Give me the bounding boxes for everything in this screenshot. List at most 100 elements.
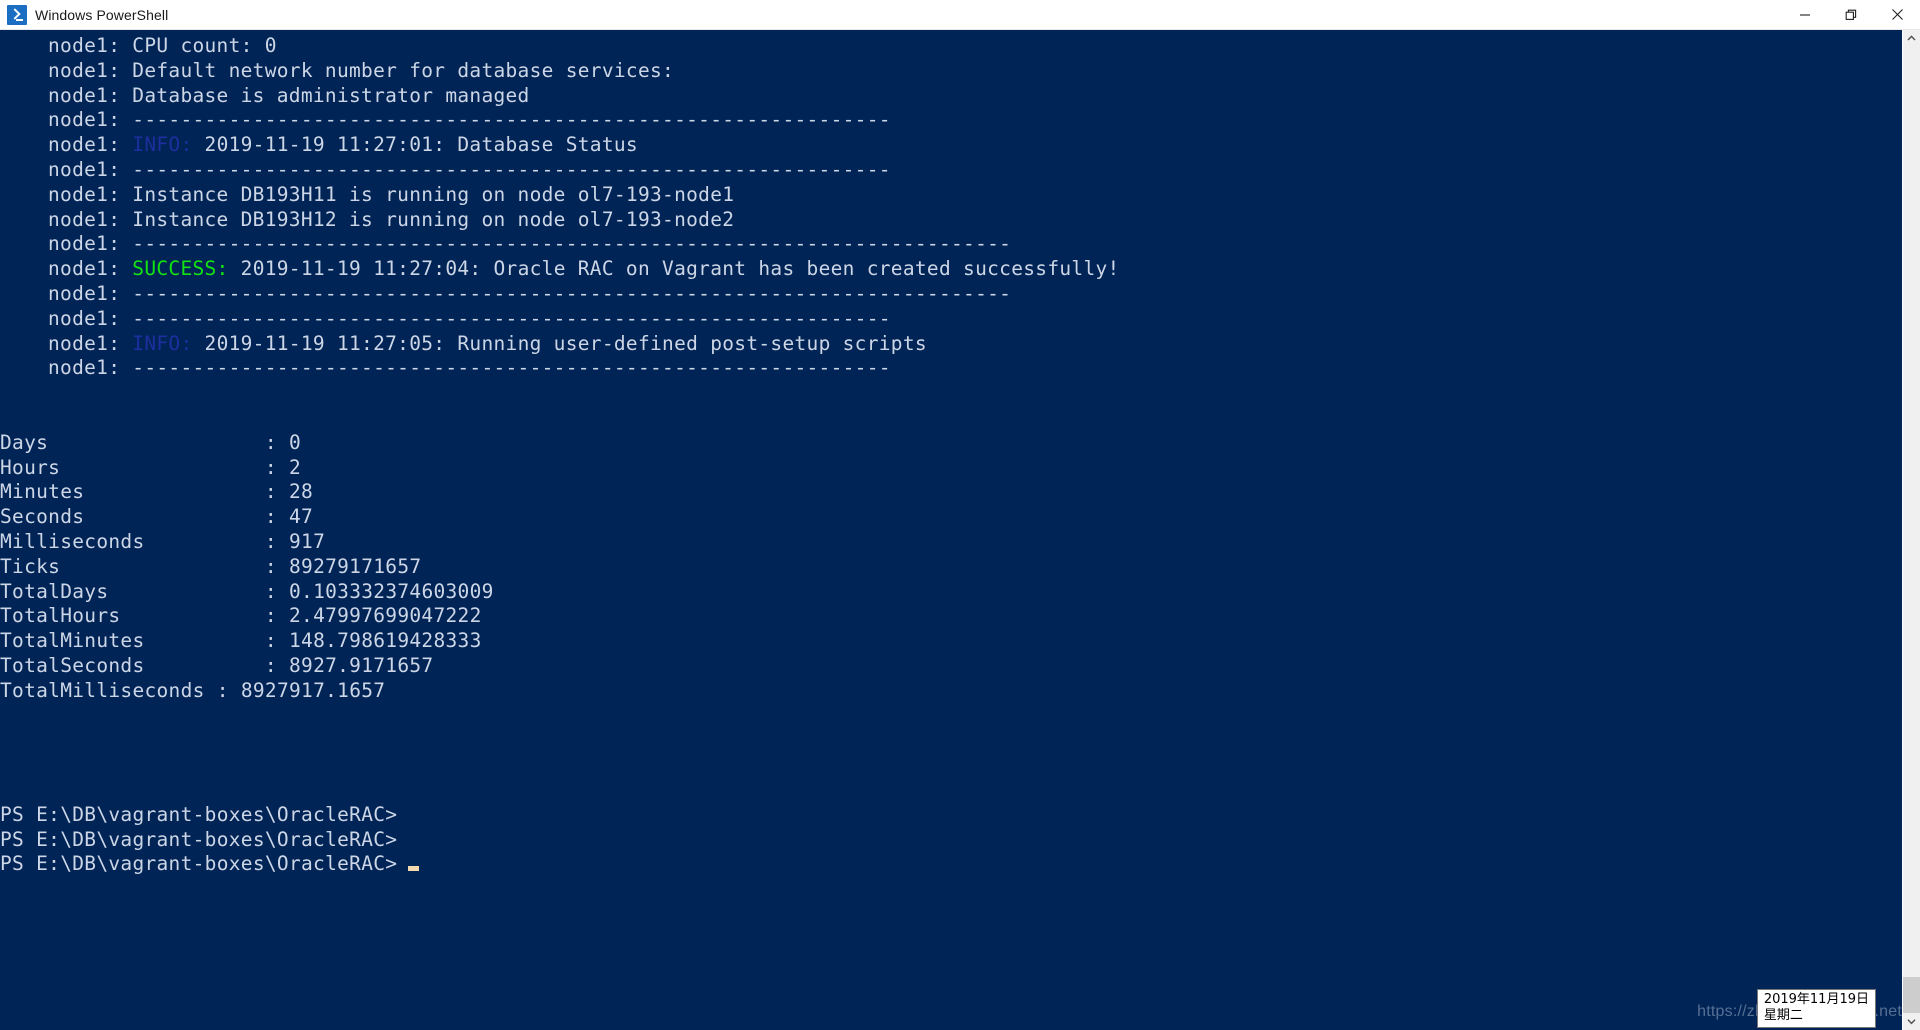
timespan-name: Minutes xyxy=(0,480,85,504)
timespan-name: Milliseconds xyxy=(0,529,145,553)
close-button[interactable] xyxy=(1874,1,1920,29)
log-line: node1: Default network number for databa… xyxy=(48,58,675,82)
timespan-gap xyxy=(277,480,289,503)
log-line-info: node1: INFO: 2019-11-19 11:27:01: Databa… xyxy=(0,133,1902,158)
timespan-name: Hours xyxy=(0,455,61,479)
log-prefix: node1: xyxy=(48,257,133,281)
timespan-separator: : xyxy=(264,554,277,578)
window-title: Windows PowerShell xyxy=(35,6,169,23)
log-level-tag: SUCCESS: xyxy=(132,257,229,281)
log-line-info: node1: INFO: 2019-11-19 11:27:05: Runnin… xyxy=(0,332,1902,357)
log-separator-line: node1: ---------------------------------… xyxy=(48,306,891,330)
timespan-value: 148.798619428333 xyxy=(288,629,482,653)
date-tooltip: 2019年11月19日 星期二 xyxy=(1756,989,1876,1028)
timespan-row: Seconds : 47 xyxy=(0,505,1902,530)
timespan-gap xyxy=(277,555,289,578)
log-message: 2019-11-19 11:27:04: Oracle RAC on Vagra… xyxy=(228,257,1120,281)
timespan-value: 8927917.1657 xyxy=(240,678,386,702)
log-line: node1: Instance DB193H11 is running on n… xyxy=(48,182,735,206)
log-separator-line: node1: ---------------------------------… xyxy=(48,157,891,181)
timespan-value: 0.103332374603009 xyxy=(289,579,494,603)
timespan-name: Seconds xyxy=(0,505,85,529)
timespan-value: 2 xyxy=(288,455,302,479)
timespan-separator: : xyxy=(264,480,277,504)
scrollbar-thumb[interactable] xyxy=(1903,977,1920,1013)
timespan-row: Milliseconds : 917 xyxy=(0,530,1902,555)
title-bar: Windows PowerShell xyxy=(0,0,1920,30)
timespan-value: 89279171657 xyxy=(288,554,422,578)
log-line-success: node1: SUCCESS: 2019-11-19 11:27:04: Ora… xyxy=(0,257,1902,282)
log-level-tag: INFO: xyxy=(132,133,193,157)
timespan-pad xyxy=(84,480,265,503)
log-separator-line: node1: ---------------------------------… xyxy=(48,356,891,380)
scroll-up-arrow-icon[interactable] xyxy=(1903,30,1920,47)
timespan-separator: : xyxy=(264,604,277,628)
timespan-value: 47 xyxy=(288,505,314,529)
timespan-pad xyxy=(144,654,264,677)
tooltip-weekday-line: 星期二 xyxy=(1763,1008,1803,1023)
timespan-separator: : xyxy=(264,505,277,529)
timespan-value: 2.47997699047222 xyxy=(288,604,482,628)
timespan-row: TotalSeconds : 8927.9171657 xyxy=(0,654,1902,679)
timespan-pad xyxy=(205,679,217,702)
log-line: node1: Instance DB193H12 is running on n… xyxy=(48,207,735,231)
timespan-value: 917 xyxy=(288,529,326,553)
terminal-area: node1: CPU count: 0 node1: Default netwo… xyxy=(0,30,1920,1030)
timespan-gap xyxy=(277,654,289,677)
log-separator-line: node1: ---------------------------------… xyxy=(48,108,891,132)
timespan-row: TotalDays : 0.103332374603009 xyxy=(0,580,1902,605)
restore-button[interactable] xyxy=(1828,1,1874,29)
timespan-row: TotalMilliseconds : 8927917.1657 xyxy=(0,679,1902,704)
timespan-gap xyxy=(277,580,289,603)
timespan-gap xyxy=(277,431,289,454)
timespan-value: 8927.9171657 xyxy=(288,653,434,677)
timespan-gap xyxy=(277,629,289,652)
timespan-row: TotalMinutes : 148.798619428333 xyxy=(0,629,1902,654)
log-prefix: node1: xyxy=(48,133,133,157)
timespan-separator: : xyxy=(264,629,277,653)
timespan-row: Minutes : 28 xyxy=(0,480,1902,505)
terminal-output[interactable]: node1: CPU count: 0 node1: Default netwo… xyxy=(0,30,1902,1030)
scroll-down-arrow-icon[interactable] xyxy=(1903,1013,1920,1030)
log-line: node1: CPU count: 0 xyxy=(48,34,277,57)
timespan-gap xyxy=(229,679,241,702)
timespan-gap xyxy=(277,456,289,479)
timespan-pad xyxy=(48,431,265,454)
timespan-value: 28 xyxy=(288,480,314,504)
minimize-button[interactable] xyxy=(1782,1,1828,29)
timespan-pad xyxy=(108,580,265,603)
log-separator-line: node1: ---------------------------------… xyxy=(48,281,1012,305)
log-separator-line: node1: ---------------------------------… xyxy=(48,232,1012,256)
timespan-name: Days xyxy=(0,430,49,454)
timespan-separator: : xyxy=(264,455,277,479)
timespan-pad xyxy=(120,604,264,627)
timespan-separator: : xyxy=(264,653,277,677)
timespan-pad xyxy=(60,555,265,578)
timespan-separator: : xyxy=(264,529,277,553)
timespan-row: Hours : 2 xyxy=(0,456,1902,481)
scrollbar-track[interactable] xyxy=(1903,47,1920,1013)
prompt-line: PS E:\DB\vagrant-boxes\OracleRAC> xyxy=(0,802,398,826)
timespan-gap xyxy=(277,505,289,528)
timespan-name: TotalMinutes xyxy=(0,629,145,653)
text-cursor xyxy=(408,866,420,872)
log-message: 2019-11-19 11:27:05: Running user-define… xyxy=(192,331,927,355)
timespan-gap xyxy=(277,604,289,627)
timespan-name: TotalHours xyxy=(0,604,121,628)
timespan-name: TotalDays xyxy=(0,579,109,603)
timespan-pad xyxy=(60,456,265,479)
timespan-gap xyxy=(277,530,289,553)
vertical-scrollbar[interactable] xyxy=(1902,30,1920,1030)
prompt-line-active[interactable]: PS E:\DB\vagrant-boxes\OracleRAC> xyxy=(0,852,1902,877)
tooltip-date-line: 2019年11月19日 xyxy=(1763,992,1869,1007)
powershell-prompt-icon xyxy=(7,4,27,25)
timespan-row: Days : 0 xyxy=(0,431,1902,456)
timespan-pad xyxy=(144,629,264,652)
timespan-name: Ticks xyxy=(0,554,61,578)
prompt-text: PS E:\DB\vagrant-boxes\OracleRAC> xyxy=(0,852,398,876)
